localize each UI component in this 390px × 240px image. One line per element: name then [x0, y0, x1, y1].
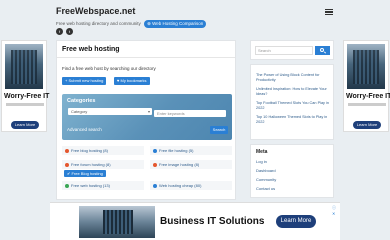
- category-select[interactable]: Category ▾: [68, 108, 152, 115]
- category-item[interactable]: Free forum hosting (8): [62, 160, 144, 169]
- category-label: Free web hosting (13): [71, 183, 110, 188]
- search-icon: [320, 48, 324, 52]
- page-title: Free web hosting: [62, 46, 120, 53]
- right-ad[interactable]: Worry-Free IT Learn More: [343, 40, 390, 132]
- ad-headline: Business IT Solutions: [160, 216, 265, 227]
- category-item[interactable]: Free blog hosting (8): [62, 146, 144, 155]
- category-select-value: Category: [71, 109, 88, 114]
- recent-post-link[interactable]: The Power of Using Block Content for Pro…: [256, 73, 332, 82]
- category-label: Free image hosting (8): [159, 162, 200, 167]
- submit-hosting-button[interactable]: + Submit new hosting: [62, 77, 107, 85]
- directory-search-panel: Categories Category ▾ Enter keywords Adv…: [62, 94, 232, 140]
- search-button[interactable]: Search: [210, 126, 228, 134]
- meta-link[interactable]: Community: [256, 177, 276, 182]
- category-icon: [65, 148, 69, 153]
- ad-close-icon[interactable]: ⓘ ✕: [332, 205, 340, 216]
- category-icon: [153, 162, 157, 167]
- ad-image: [79, 206, 155, 238]
- facebook-icon[interactable]: f: [56, 28, 63, 35]
- category-item[interactable]: Web hosting cheap (80): [150, 181, 232, 190]
- sidebar-search-button[interactable]: [315, 46, 330, 55]
- recent-post-link[interactable]: Top 10 Halloween Themed Slots to Play in…: [256, 115, 332, 124]
- category-icon: [153, 183, 157, 188]
- bookmarks-button[interactable]: ♥ My bookmarks: [114, 77, 150, 85]
- site-header: FreeWebspace.net Free web hosting direct…: [56, 4, 336, 34]
- chevron-down-icon: ▾: [147, 109, 150, 114]
- meta-link[interactable]: Dashboard: [256, 168, 276, 173]
- advanced-search-link[interactable]: Advanced search: [67, 127, 102, 132]
- ad-subtext: [6, 103, 44, 106]
- keywords-input[interactable]: Enter keywords: [154, 110, 226, 117]
- recent-post-link[interactable]: Unlimited Inspiration: How to Elevate Yo…: [256, 87, 332, 96]
- ad-learn-more-button[interactable]: Learn More: [276, 215, 316, 228]
- category-label: Web hosting cheap (80): [159, 183, 202, 188]
- site-title[interactable]: FreeWebspace.net: [56, 6, 135, 16]
- ad-image: [5, 44, 43, 89]
- recent-posts: The Power of Using Block Content for Pro…: [250, 64, 334, 140]
- category-item[interactable]: Free image hosting (8): [150, 160, 232, 169]
- category-label: Free file hosting (5): [159, 148, 194, 153]
- recent-post-link[interactable]: Top Football Themed Slots You Can Play i…: [256, 101, 332, 110]
- ad-image: [347, 44, 385, 89]
- category-label: Free blog hosting (8): [71, 148, 108, 153]
- category-tooltip: ✔ Free Blog hosting: [64, 170, 106, 177]
- ad-learn-more-button[interactable]: Learn More: [353, 121, 381, 129]
- divider: [57, 57, 235, 58]
- category-icon: [153, 148, 157, 153]
- meta-title: Meta: [256, 149, 268, 155]
- menu-icon[interactable]: [325, 9, 333, 15]
- sidebar-search-input[interactable]: Search: [255, 46, 313, 55]
- ad-subtext: [348, 103, 386, 106]
- category-label: Free forum hosting (8): [71, 162, 111, 167]
- main-card: Free web hosting Find a free web host by…: [56, 40, 236, 200]
- bottom-ad[interactable]: ⓘ ✕ Business IT Solutions Learn More: [50, 202, 340, 240]
- category-icon: [65, 183, 69, 188]
- ad-learn-more-button[interactable]: Learn More: [11, 121, 39, 129]
- category-item[interactable]: Free web hosting (13): [62, 181, 144, 190]
- left-ad[interactable]: Worry-Free IT Learn More: [1, 40, 50, 132]
- tagline-text: Free web hosting directory and community: [56, 21, 141, 26]
- ad-headline: Worry-Free IT: [346, 93, 390, 100]
- meta-link[interactable]: Log in: [256, 159, 267, 164]
- meta-widget: Meta Log in Dashboard Community Contact …: [250, 144, 334, 198]
- meta-link[interactable]: Contact us: [256, 186, 275, 191]
- site-tagline: Free web hosting directory and community…: [56, 20, 207, 28]
- ad-headline: Worry-Free IT: [4, 93, 50, 100]
- category-item[interactable]: Free file hosting (5): [150, 146, 232, 155]
- sidebar-search: Search: [250, 40, 334, 60]
- comparison-link[interactable]: ⊕ Web Hosting Comparison: [144, 20, 207, 28]
- category-icon: [65, 162, 69, 167]
- search-panel-label: Categories: [67, 98, 96, 104]
- social-links: f t: [56, 28, 73, 35]
- twitter-icon[interactable]: t: [66, 28, 73, 35]
- intro-text: Find a free web host by searching our di…: [62, 66, 156, 71]
